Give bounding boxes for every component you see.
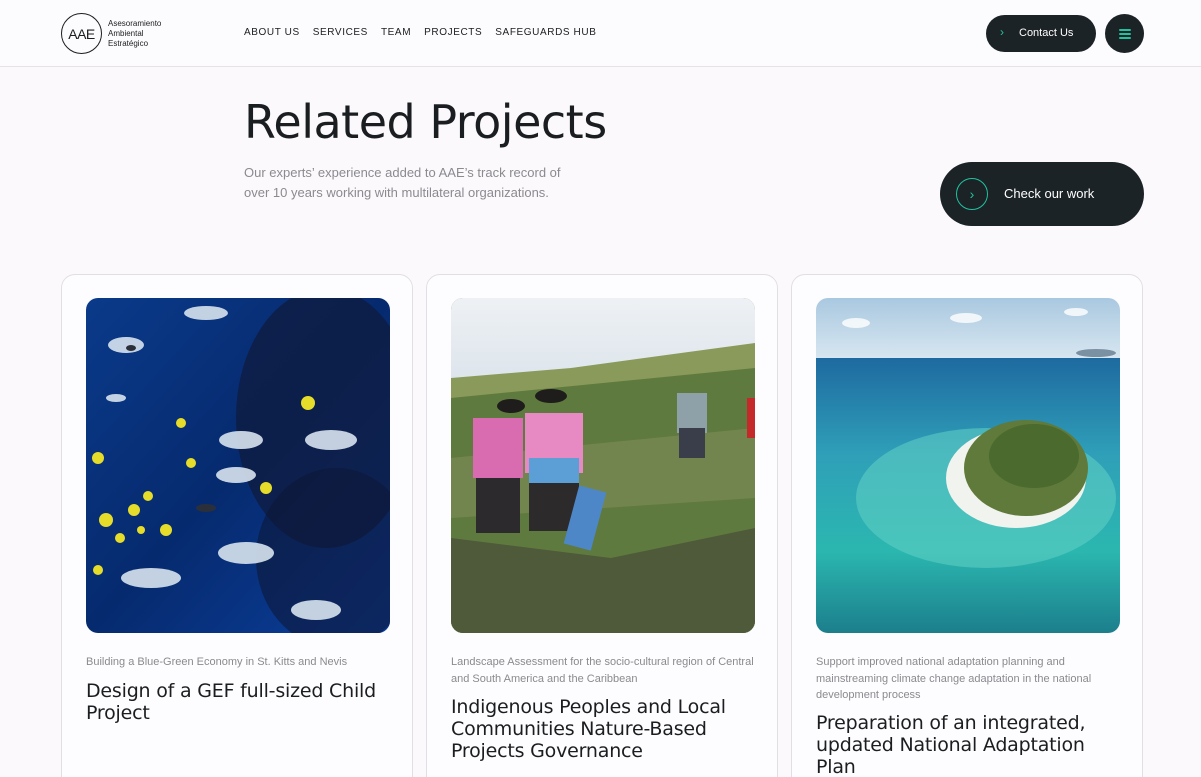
- project-card[interactable]: Building a Blue-Green Economy in St. Kit…: [61, 274, 413, 777]
- site-header: AAE Asesoramiento Ambiental Estratégico …: [0, 0, 1201, 67]
- contact-us-button[interactable]: › Contact Us: [986, 15, 1096, 52]
- project-title: Design of a GEF full-sized Child Project: [86, 680, 376, 724]
- main-nav: ABOUT US SERVICES TEAM PROJECTS SAFEGUAR…: [244, 27, 609, 38]
- hero-description: Our experts’ experience added to AAE’s t…: [244, 165, 561, 200]
- nav-item-safeguards-hub[interactable]: SAFEGUARDS HUB: [495, 27, 596, 38]
- check-our-work-label: Check our work: [1004, 186, 1095, 201]
- project-subtitle: Support improved national adaptation pla…: [816, 656, 1092, 701]
- logo-line: Asesoramiento: [108, 19, 162, 28]
- project-subtitle: Building a Blue-Green Economy in St. Kit…: [86, 656, 348, 668]
- tropical-island-aerial-photo: [816, 298, 1120, 633]
- nav-item-projects[interactable]: PROJECTS: [424, 27, 482, 38]
- logo-line: Ambiental: [108, 29, 144, 38]
- page-title: Related Projects: [244, 95, 607, 149]
- check-our-work-button[interactable]: › Check our work: [940, 162, 1144, 226]
- chevron-right-icon: ›: [1000, 25, 1004, 39]
- project-title: Indigenous Peoples and Local Communities…: [451, 696, 726, 762]
- nav-item-about-us[interactable]: ABOUT US: [244, 27, 300, 38]
- project-title: Preparation of an integrated, updated Na…: [816, 712, 1086, 777]
- nav-item-team[interactable]: TEAM: [381, 27, 411, 38]
- menu-button[interactable]: [1105, 14, 1144, 53]
- logo-line: Estratégico: [108, 39, 149, 48]
- project-subtitle: Landscape Assessment for the socio-cultu…: [451, 656, 754, 685]
- chevron-right-icon: ›: [956, 178, 988, 210]
- indigenous-women-walking-photo: [451, 298, 755, 633]
- project-card[interactable]: Support improved national adaptation pla…: [791, 274, 1143, 777]
- contact-us-label: Contact Us: [1019, 27, 1074, 39]
- aquarium-fish-photo: [86, 298, 390, 633]
- logo-wordmark: Asesoramiento Ambiental Estratégico: [108, 19, 161, 49]
- brand-logo[interactable]: AAE Asesoramiento Ambiental Estratégico: [61, 13, 181, 55]
- project-card[interactable]: Landscape Assessment for the socio-cultu…: [426, 274, 778, 777]
- logo-mark: AAE: [61, 13, 102, 54]
- nav-item-services[interactable]: SERVICES: [313, 27, 368, 38]
